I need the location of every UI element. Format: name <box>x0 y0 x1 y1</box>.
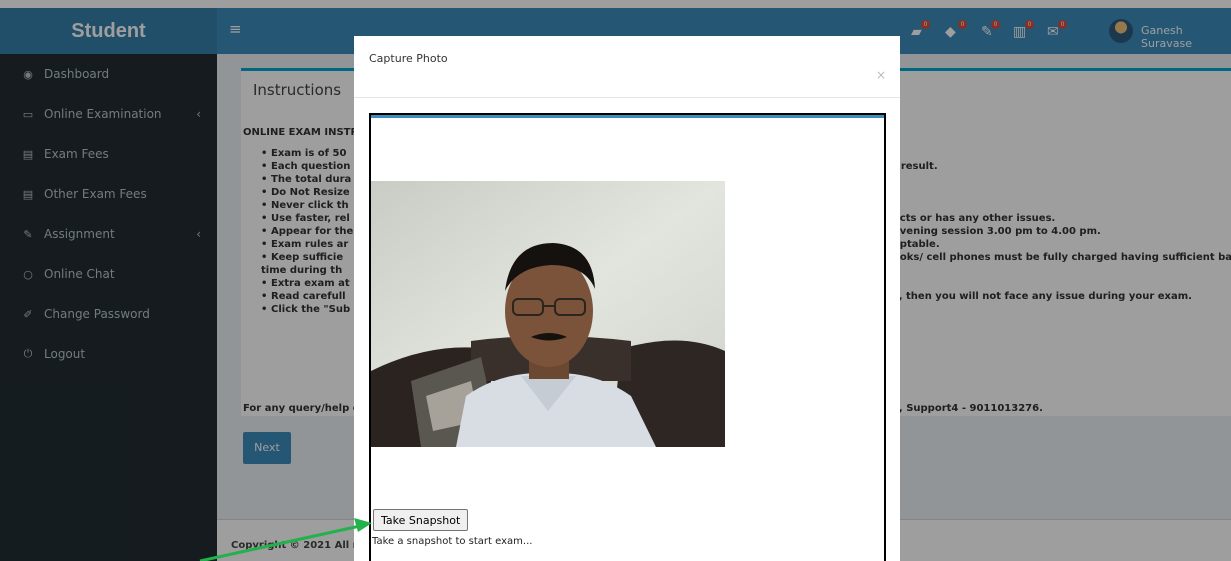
annotation-arrow <box>199 518 372 561</box>
